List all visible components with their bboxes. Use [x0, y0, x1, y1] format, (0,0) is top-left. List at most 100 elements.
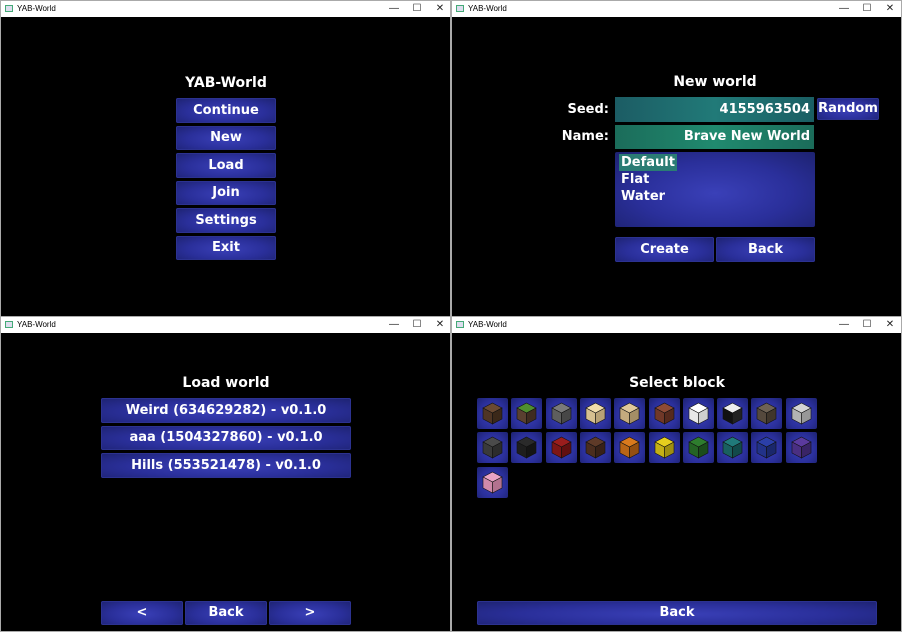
world-item[interactable]: Hills (553521478) - v0.1.0 [101, 453, 351, 478]
back-button[interactable]: Back [716, 237, 815, 262]
block-slot[interactable] [511, 398, 542, 429]
seed-label: Seed: [567, 102, 609, 117]
app-icon [5, 5, 13, 12]
world-type-list[interactable]: Default Flat Water [615, 152, 815, 227]
block-slot[interactable] [580, 398, 611, 429]
select-block-window: YAB-World — ☐ ✕ Select block Back [451, 316, 902, 632]
gray-block-icon [482, 436, 503, 459]
block-slot[interactable] [751, 432, 782, 463]
block-slot[interactable] [717, 432, 748, 463]
page-title: Select block [629, 375, 725, 391]
pink-block-icon [482, 471, 503, 494]
prev-page-button[interactable]: < [101, 601, 183, 625]
block-slot[interactable] [751, 398, 782, 429]
maximize-icon[interactable]: ☐ [406, 1, 428, 17]
sand-block-icon [585, 402, 606, 425]
new-button[interactable]: New [176, 126, 276, 150]
block-grid [477, 398, 822, 508]
maximize-icon[interactable]: ☐ [856, 317, 878, 333]
random-button[interactable]: Random [817, 98, 879, 120]
settings-button[interactable]: Settings [176, 208, 276, 233]
close-icon[interactable]: ✕ [429, 1, 450, 17]
purple-block-icon [791, 436, 812, 459]
block-slot[interactable] [786, 398, 817, 429]
orange-block-icon [619, 436, 640, 459]
window-title: YAB-World [468, 320, 507, 329]
yellow-block-icon [654, 436, 675, 459]
load-world-screen: Load world Weird (634629282) - v0.1.0 aa… [1, 333, 450, 631]
world-type-water[interactable]: Water [619, 188, 667, 205]
iron-block-icon [791, 402, 812, 425]
back-button[interactable]: Back [185, 601, 267, 625]
join-button[interactable]: Join [176, 181, 276, 205]
block-slot[interactable] [683, 432, 714, 463]
block-slot[interactable] [649, 398, 680, 429]
create-button[interactable]: Create [615, 237, 714, 262]
block-slot[interactable] [786, 432, 817, 463]
blue-block-icon [756, 436, 777, 459]
load-button[interactable]: Load [176, 153, 276, 178]
app-icon [456, 321, 464, 328]
bricks-block-icon [756, 402, 777, 425]
page-title: Load world [182, 375, 270, 391]
page-title: New world [673, 74, 757, 90]
block-slot[interactable] [614, 432, 645, 463]
block-slot[interactable] [546, 432, 577, 463]
minimize-icon[interactable]: — [833, 317, 855, 333]
close-icon[interactable]: ✕ [879, 317, 901, 333]
maximize-icon[interactable]: ☐ [856, 1, 878, 17]
glass-block-icon [722, 402, 743, 425]
world-item[interactable]: Weird (634629282) - v0.1.0 [101, 398, 351, 423]
teal-block-icon [722, 436, 743, 459]
title-bar[interactable]: YAB-World — ☐ ✕ [1, 317, 450, 333]
brown-block-icon [585, 436, 606, 459]
next-page-button[interactable]: > [269, 601, 351, 625]
minimize-icon[interactable]: — [383, 317, 405, 333]
world-type-default[interactable]: Default [619, 154, 677, 171]
world-type-flat[interactable]: Flat [619, 171, 651, 188]
window-title: YAB-World [17, 4, 56, 13]
app-icon [5, 321, 13, 328]
title-bar[interactable]: YAB-World — ☐ ✕ [1, 1, 450, 17]
continue-button[interactable]: Continue [176, 98, 276, 123]
seed-field[interactable]: 4155963504 [615, 97, 814, 122]
title-bar[interactable]: YAB-World — ☐ ✕ [452, 317, 901, 333]
block-slot[interactable] [649, 432, 680, 463]
minimize-icon[interactable]: — [833, 1, 855, 17]
block-slot[interactable] [546, 398, 577, 429]
black-block-icon [516, 436, 537, 459]
block-slot[interactable] [511, 432, 542, 463]
new-world-screen: New world Seed: 4155963504 Random Name: … [452, 17, 901, 316]
sandstone-block-icon [619, 402, 640, 425]
block-slot[interactable] [683, 398, 714, 429]
name-label: Name: [561, 129, 609, 144]
block-slot[interactable] [477, 467, 508, 498]
block-slot[interactable] [614, 398, 645, 429]
block-slot[interactable] [477, 398, 508, 429]
block-slot[interactable] [717, 398, 748, 429]
close-icon[interactable]: ✕ [429, 317, 450, 333]
grass-block-icon [516, 402, 537, 425]
maximize-icon[interactable]: ☐ [406, 317, 428, 333]
name-field[interactable]: Brave New World [615, 125, 814, 149]
stone-block-icon [551, 402, 572, 425]
minimize-icon[interactable]: — [383, 1, 405, 17]
main-menu-window: YAB-World — ☐ ✕ YAB-World Continue New L… [0, 0, 451, 317]
new-world-window: YAB-World — ☐ ✕ New world Seed: 41559635… [451, 0, 902, 317]
dirt-block-icon [482, 402, 503, 425]
back-button[interactable]: Back [477, 601, 877, 625]
window-title: YAB-World [17, 320, 56, 329]
red-block-icon [551, 436, 572, 459]
planks-block-icon [654, 402, 675, 425]
game-title: YAB-World [185, 75, 267, 91]
close-icon[interactable]: ✕ [879, 1, 901, 17]
title-bar[interactable]: YAB-World — ☐ ✕ [452, 1, 901, 17]
block-slot[interactable] [580, 432, 611, 463]
exit-button[interactable]: Exit [176, 236, 276, 260]
load-world-window: YAB-World — ☐ ✕ Load world Weird (634629… [0, 316, 451, 632]
world-item[interactable]: aaa (1504327860) - v0.1.0 [101, 426, 351, 450]
window-title: YAB-World [468, 4, 507, 13]
green-block-icon [688, 436, 709, 459]
block-slot[interactable] [477, 432, 508, 463]
select-block-screen: Select block Back [452, 333, 901, 631]
